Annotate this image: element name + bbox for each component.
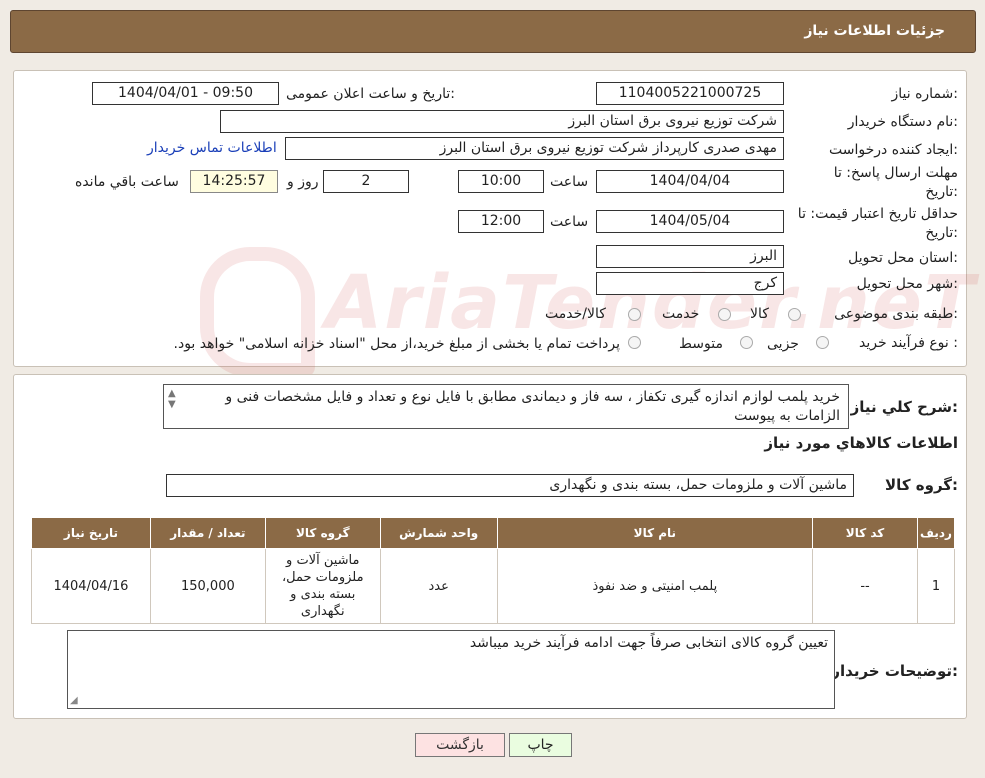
col-goods-name: نام کالا <box>496 517 814 549</box>
buyer-notes-text: تعیین گروه کالای انتخابی صرفاً جهت ادامه… <box>469 635 828 651</box>
validity-time-field: 12:00 <box>458 210 544 233</box>
col-quantity: تعداد / مقدار <box>149 517 266 549</box>
city-field: کرج <box>596 272 784 295</box>
reply-deadline-label: مهلت ارسال پاسخ: تا <box>833 165 958 181</box>
buyer-contact-link[interactable]: اطلاعات تماس خریدار <box>147 140 277 156</box>
cell-quantity: 150,000 <box>149 548 266 624</box>
announce-datetime-field: 1404/04/01 - 09:50 <box>92 82 279 105</box>
remaining-label: ساعت باقي مانده <box>75 174 179 190</box>
resize-handle-icon[interactable]: ◢ <box>70 695 78 706</box>
validity-time-label: ساعت <box>550 214 589 230</box>
goods-info-title: اطلاعات کالاهاي مورد نياز <box>764 434 958 452</box>
need-number-label: شماره نیاز: <box>891 86 958 102</box>
category-radio-goods-service[interactable] <box>628 308 641 321</box>
col-goods-group: گروه کالا <box>264 517 381 549</box>
table-row: 1404/04/16 150,000 ماشین آلات و ملزومات … <box>31 548 956 624</box>
cell-goods-group: ماشین آلات و ملزومات حمل، بسته بندی و نگ… <box>264 548 381 624</box>
back-button[interactable]: بازگشت <box>415 733 505 757</box>
cell-row-number: 1 <box>916 548 956 624</box>
purchase-type-radio-minor[interactable] <box>816 336 829 349</box>
buyer-org-label: نام دستگاه خریدار: <box>847 114 958 130</box>
reply-deadline-label-date: تاریخ: <box>925 184 958 200</box>
page-header: جزئیات اطلاعات نیاز <box>10 10 976 53</box>
validity-date-field: 1404/05/04 <box>596 210 784 233</box>
category-radio-service[interactable] <box>718 308 731 321</box>
description-text: خرید پلمب لوازم اندازه گیری تکفاز ، سه ف… <box>225 389 840 424</box>
cell-unit: عدد <box>379 548 498 624</box>
category-option-goods: کالا <box>750 306 769 322</box>
col-goods-code: کد کالا <box>812 517 918 549</box>
cell-goods-code: -- <box>812 548 918 624</box>
category-option-service: خدمت <box>662 306 700 322</box>
category-option-goods-service: کالا/خدمت <box>545 306 606 322</box>
goods-table: تاريخ نياز تعداد / مقدار گروه کالا واحد … <box>31 517 956 624</box>
purchase-type-radio-medium[interactable] <box>740 336 753 349</box>
col-unit: واحد شمارش <box>379 517 498 549</box>
province-label: استان محل تحویل: <box>848 250 958 266</box>
remaining-time-field: 14:25:57 <box>190 170 278 193</box>
province-field: البرز <box>596 245 784 268</box>
creator-label: ایجاد کننده درخواست: <box>829 142 958 158</box>
creator-field: مهدی صدری کارپرداز شرکت توزیع نیروی برق … <box>285 137 784 160</box>
purchase-type-option-medium: متوسط <box>679 336 723 352</box>
goods-group-field: ماشین آلات و ملزومات حمل، بسته بندی و نگ… <box>166 474 854 497</box>
category-label: طبقه بندی موضوعی: <box>834 306 958 322</box>
cell-goods-name: پلمب امنیتی و ضد نفوذ <box>496 548 814 624</box>
reply-time-label: ساعت <box>550 174 589 190</box>
category-radio-goods[interactable] <box>788 308 801 321</box>
reply-time-field: 10:00 <box>458 170 544 193</box>
textarea-scroll-arrows-icon[interactable]: ▲ ▼ <box>168 388 176 410</box>
description-textarea[interactable]: خرید پلمب لوازم اندازه گیری تکفاز ، سه ف… <box>163 384 849 429</box>
buyer-org-field: شرکت توزیع نیروی برق استان البرز <box>220 110 784 133</box>
col-row: رديف <box>916 517 956 549</box>
col-need-date: تاريخ نياز <box>31 517 151 549</box>
purchase-type-label: نوع فرآیند خرید : <box>859 335 958 351</box>
purchase-type-option-minor: جزیی <box>767 336 799 352</box>
city-label: شهر محل تحویل: <box>856 276 958 292</box>
goods-group-label: گروه کالا: <box>885 476 958 494</box>
remaining-days-field: 2 <box>323 170 409 193</box>
description-label: شرح کلي نياز: <box>850 398 958 416</box>
cell-need-date: 1404/04/16 <box>31 548 151 624</box>
page-title: جزئیات اطلاعات نیاز <box>804 23 945 39</box>
buyer-notes-textarea[interactable]: تعیین گروه کالای انتخابی صرفاً جهت ادامه… <box>67 630 835 709</box>
price-validity-label-date: تاریخ: <box>925 225 958 241</box>
purchase-type-radio-treasury[interactable] <box>628 336 641 349</box>
print-button[interactable]: چاپ <box>509 733 572 757</box>
announce-datetime-label: تاریخ و ساعت اعلان عمومی: <box>286 86 455 102</box>
purchase-note: پرداخت تمام یا بخشی از مبلغ خرید،از محل … <box>173 336 620 352</box>
days-label: روز و <box>287 174 319 190</box>
price-validity-label: حداقل تاریخ اعتبار قیمت: تا <box>797 206 958 222</box>
table-header-row: تاريخ نياز تعداد / مقدار گروه کالا واحد … <box>31 517 956 549</box>
need-number-field: 1104005221000725 <box>596 82 784 105</box>
reply-date-field: 1404/04/04 <box>596 170 784 193</box>
buyer-notes-label: توضیحات خریدار: <box>831 662 958 680</box>
